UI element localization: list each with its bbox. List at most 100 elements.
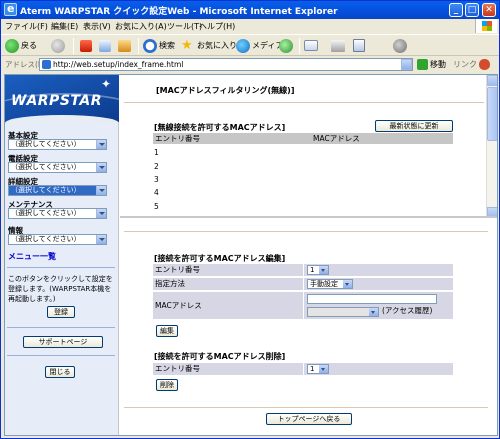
delete-button[interactable]: 削除	[156, 379, 178, 391]
minimize-button[interactable]: _	[449, 3, 463, 17]
browser-window: Aterm WARPSTAR クイック設定Web - Microsoft Int…	[0, 0, 500, 439]
chevron-down-icon	[96, 235, 106, 244]
divider	[124, 102, 484, 103]
toolbar-separator	[138, 38, 139, 54]
forward-button[interactable]	[51, 38, 67, 54]
edit-button[interactable]: 編集	[156, 325, 178, 337]
chevron-down-icon	[96, 163, 106, 172]
media-icon	[236, 38, 250, 53]
search-icon	[143, 38, 157, 53]
chevron-down-icon	[96, 140, 106, 149]
warpstar-logo: WARPSTAR ✦	[5, 75, 119, 123]
menu-edit[interactable]: 編集(E)	[51, 21, 78, 32]
menu-list-link[interactable]: メニュー一覧	[8, 251, 56, 262]
method-row: 指定方法 手動設定	[153, 278, 453, 290]
select-basic-settings[interactable]: （選択してください）	[8, 139, 107, 150]
mail-button[interactable]	[304, 38, 320, 54]
search-button[interactable]: 検索	[143, 38, 175, 54]
delete-entry-select[interactable]: 1	[307, 364, 329, 374]
address-bar: アドレス(D) http://web.setup/index_frame.htm…	[1, 57, 499, 72]
favorites-button[interactable]: ★ お気に入り	[181, 38, 237, 54]
delete-entry-label: エントリ番号	[153, 363, 303, 375]
divider	[7, 327, 115, 328]
vertical-scrollbar[interactable]	[486, 75, 497, 216]
method-select[interactable]: 手動設定	[307, 279, 353, 289]
close-button[interactable]: 閉じる	[45, 366, 75, 378]
go-button[interactable]: 移動	[417, 59, 446, 70]
chevron-down-icon	[369, 308, 378, 316]
toolbar-separator	[73, 38, 74, 54]
ie-icon	[4, 2, 17, 16]
left-nav-frame: WARPSTAR ✦ 基本設定 （選択してください） 電話設定 （選択してくださ…	[5, 75, 119, 435]
entry-number-select[interactable]: 1	[307, 265, 329, 275]
printer-icon	[331, 39, 345, 52]
access-history-select[interactable]	[307, 307, 379, 317]
divider	[124, 231, 488, 232]
messenger-button[interactable]	[393, 38, 409, 54]
entry-number-label: エントリ番号	[153, 264, 303, 276]
back-button[interactable]: 戻る	[5, 38, 37, 54]
support-page-button[interactable]: サポートページ	[23, 336, 103, 348]
back-label: 戻る	[21, 41, 37, 50]
access-history-label: (アクセス履歴)	[382, 306, 433, 315]
refresh-icon	[99, 39, 111, 52]
logo-text: WARPSTAR	[11, 93, 102, 109]
select-maintenance[interactable]: （選択してください）	[8, 208, 107, 219]
logo-arc	[5, 115, 119, 123]
register-button[interactable]: 登録	[47, 306, 75, 318]
favorites-label: お気に入り	[197, 41, 237, 50]
menu-view[interactable]: 表示(V)	[83, 21, 111, 32]
history-button[interactable]	[279, 38, 295, 54]
menu-tools[interactable]: ツール(T)	[167, 21, 202, 32]
edit-mac-title: [接続を許可するMACアドレス編集]	[154, 254, 286, 263]
edit-page-button[interactable]	[353, 38, 367, 54]
menu-favorites[interactable]: お気に入り(A)	[115, 21, 167, 32]
mac-address-input[interactable]	[307, 294, 437, 304]
media-button[interactable]: メディア	[236, 38, 283, 54]
go-label: 移動	[430, 60, 446, 69]
window-title: Aterm WARPSTAR クイック設定Web - Microsoft Int…	[20, 7, 338, 17]
mail-icon	[304, 40, 318, 51]
address-url: http://web.setup/index_frame.html	[53, 60, 184, 69]
menu-help[interactable]: ヘルプ(H)	[199, 21, 235, 32]
mac-list-frame: [MACアドレスフィルタリング(無線)] [無線接続を許可するMACアドレス] …	[120, 75, 497, 218]
title-bar: Aterm WARPSTAR クイック設定Web - Microsoft Int…	[1, 1, 499, 19]
scroll-thumb[interactable]	[487, 87, 497, 141]
maximize-button[interactable]: □	[465, 3, 479, 17]
select-phone-settings[interactable]: （選択してください）	[8, 162, 107, 173]
star-icon: ★	[181, 37, 193, 53]
mac-address-label: MACアドレス	[153, 292, 303, 319]
star-icon: ✦	[101, 77, 112, 91]
print-button[interactable]	[331, 38, 347, 54]
extension-icon[interactable]	[479, 59, 490, 70]
chevron-down-icon	[319, 365, 328, 373]
refresh-status-button[interactable]: 最新状態に更新	[375, 120, 453, 132]
search-label: 検索	[159, 41, 175, 50]
address-dropdown-button[interactable]	[401, 59, 412, 70]
select-info[interactable]: （選択してください）	[8, 234, 107, 245]
home-icon	[118, 39, 131, 52]
edit-icon	[353, 39, 365, 52]
chevron-down-icon	[319, 266, 328, 274]
stop-button[interactable]	[80, 38, 94, 54]
delete-mac-title: [接続を許可するMACアドレス削除]	[154, 352, 286, 361]
mac-table-header: エントリ番号 MACアドレス	[153, 133, 453, 144]
refresh-button[interactable]	[99, 38, 113, 54]
table-row: 3	[154, 175, 159, 184]
scroll-up-button[interactable]	[487, 75, 497, 86]
address-input[interactable]: http://web.setup/index_frame.html	[39, 58, 413, 71]
select-advanced-settings[interactable]: （選択してください）	[8, 185, 107, 196]
table-row: 5	[154, 202, 159, 211]
home-button[interactable]	[118, 38, 133, 54]
mac-address-row: MACアドレス (アクセス履歴)	[153, 292, 453, 319]
scroll-down-button[interactable]	[487, 207, 497, 216]
top-page-button[interactable]: トップページへ戻る	[266, 413, 352, 425]
close-window-button[interactable]: ✕	[482, 3, 496, 17]
table-row: 1	[154, 148, 159, 157]
menu-file[interactable]: ファイル(F)	[5, 21, 48, 32]
column-header-mac: MACアドレス	[313, 134, 360, 143]
register-note: このボタンをクリックして設定を登録します。(WARPSTAR本機を再起動します。…	[8, 275, 113, 303]
delete-entry-cell: 1	[304, 363, 453, 375]
divider	[7, 355, 115, 356]
allowed-mac-title: [無線接続を許可するMACアドレス]	[154, 123, 286, 132]
